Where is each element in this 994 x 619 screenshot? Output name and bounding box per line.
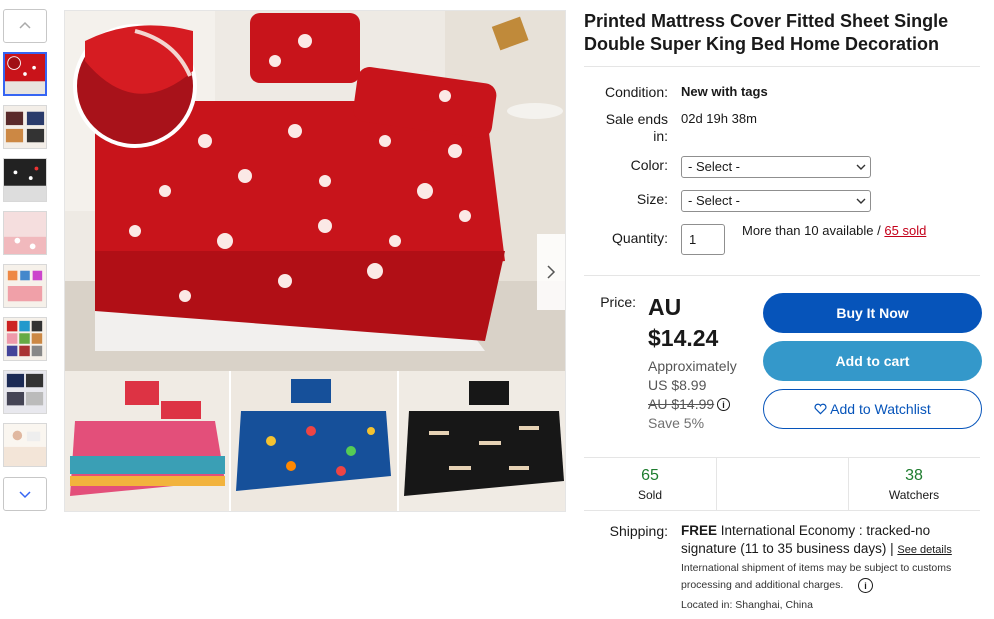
sold-stat-count: 65 [641,467,659,484]
chevron-down-icon [19,491,31,499]
heart-icon [814,403,827,415]
chevron-down-icon [856,198,866,204]
thumbnail-2[interactable] [3,105,47,149]
price-currency: AU [648,294,682,320]
add-to-cart-button[interactable]: Add to cart [763,341,982,381]
listing-info: Printed Mattress Cover Fitted Sheet Sing… [584,10,981,56]
info-icon[interactable]: i [858,578,873,593]
product-photo [65,11,565,511]
thumbnail-4[interactable] [3,211,47,255]
size-select-value: - Select - [688,193,741,208]
chevron-right-icon [547,265,556,279]
sale-ends-label-line-2: in: [653,128,668,144]
sold-stat: 65 Sold [584,458,716,511]
thumbnail-6[interactable] [3,317,47,361]
sale-ends-label-line-1: Sale ends [605,111,668,127]
item-location: Located in: Shanghai, China [681,599,813,611]
see-details-link[interactable]: See details [897,544,951,556]
thumbnail-7[interactable] [3,370,47,414]
chevron-down-icon [856,164,866,170]
buy-it-now-button[interactable]: Buy It Now [763,293,982,333]
quantity-label: Quantity: [611,230,668,246]
approx-label: Approximately [648,358,737,374]
availability-text: More than 10 available / 65 sold [742,223,926,238]
customs-note-text: processing and additional charges. [681,579,844,591]
watchers-stat: 38 Watchers [848,458,980,511]
sale-ends-label: Sale ends in: [596,111,668,144]
main-product-image[interactable] [64,10,566,512]
chevron-up-icon [19,21,31,29]
info-icon[interactable]: i [717,398,730,411]
watchers-stat-count: 38 [905,467,923,484]
shipping-free: FREE [681,523,718,538]
thumbnail-3[interactable] [3,158,47,202]
size-select[interactable]: - Select - [681,190,871,212]
availability-count: More than 10 available / [742,223,881,238]
thumbnail-1[interactable] [3,52,47,96]
customs-note-line-2: processing and additional charges. [681,577,843,594]
thumbnail-scroll-down-button[interactable] [3,477,47,511]
sale-ends-countdown: 02d 19h 38m [681,111,757,126]
color-label: Color: [630,157,668,173]
add-to-watchlist-label: Add to Watchlist [830,401,931,417]
size-label: Size: [636,191,668,207]
price-amount: $14.24 [648,325,719,351]
shipping-details: FREE International Economy : tracked-no … [681,522,981,559]
divider [584,66,980,67]
add-to-watchlist-button[interactable]: Add to Watchlist [763,389,982,429]
image-next-button[interactable] [537,234,565,310]
thumbnail-scroll-up-button[interactable] [3,9,47,43]
sold-stat-label: Sold [637,488,663,502]
approx-value: US $8.99 [648,377,707,393]
condition-label: Condition: [604,84,668,100]
watchers-stat-label: Watchers [888,488,940,502]
quantity-input[interactable]: 1 [681,224,725,255]
approx-price: Approximately US $8.99 [648,358,737,394]
sold-count-link[interactable]: 65 sold [884,223,926,238]
divider [584,275,980,276]
color-select[interactable]: - Select - [681,156,871,178]
customs-note-line-1: International shipment of items may be s… [681,562,952,574]
condition-value: New with tags [681,84,768,99]
was-price: AU $14.99 [648,396,715,412]
price-label: Price: [600,294,636,310]
shipping-method: International Economy : tracked-no signa… [681,523,931,556]
thumbnail-5[interactable] [3,264,47,308]
listing-stats: 65 Sold 38 Watchers [584,457,980,511]
shipping-label: Shipping: [609,523,668,539]
listing-title: Printed Mattress Cover Fitted Sheet Sing… [584,11,949,54]
stat-divider [716,458,717,511]
thumbnail-8[interactable] [3,423,47,467]
color-select-value: - Select - [688,159,741,174]
savings-text: Save 5% [648,415,705,431]
